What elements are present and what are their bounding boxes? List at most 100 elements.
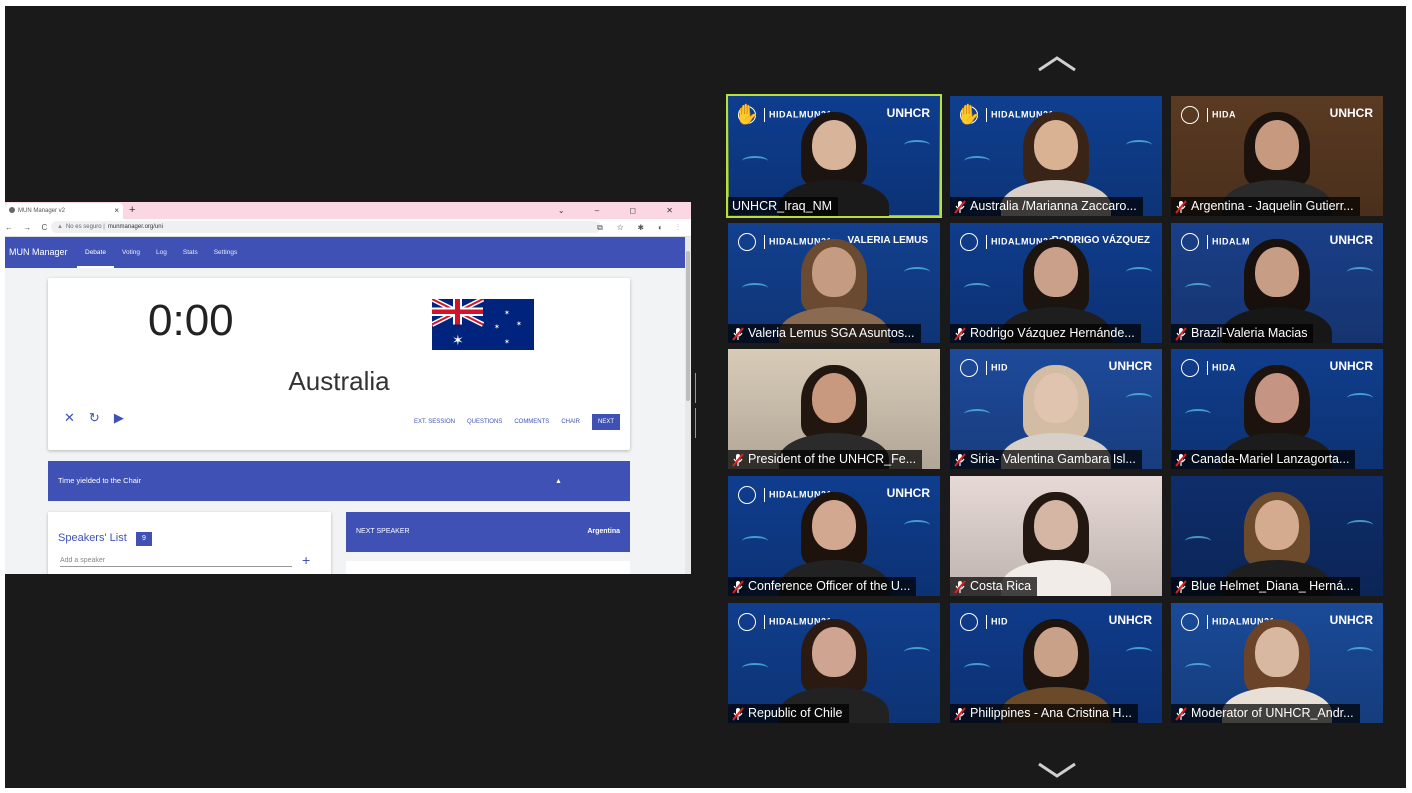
browser-toolbar-icons[interactable]: ⧉ ☆ ✱ ◐ ⋮ <box>597 219 685 236</box>
mic-muted-icon <box>954 453 966 467</box>
mic-muted-icon <box>732 453 744 467</box>
next-speaker-label: NEXT SPEAKER <box>356 528 410 535</box>
un-emblem-icon <box>1181 613 1199 631</box>
add-speaker-button[interactable]: + <box>302 552 310 568</box>
chevron-up-icon[interactable] <box>1035 52 1079 74</box>
nav-stats[interactable]: Stats <box>175 237 206 268</box>
participant-tile[interactable]: HIDALMUN21 RODRIGO VÁZQUEZ Rodrigo Vázquez… <box>950 223 1162 343</box>
tab-title: MUN Manager v2 <box>18 208 66 214</box>
participant-tile[interactable]: HID UNHCR Siria- Valentina Gambara Isl... <box>950 349 1162 469</box>
participant-name-label: Rodrigo Vázquez Hernánde... <box>950 324 1141 343</box>
questions-button[interactable]: QUESTIONS <box>467 419 502 425</box>
decorative-wave <box>742 156 768 166</box>
participant-name: Valeria Lemus SGA Asuntos... <box>748 326 915 340</box>
participant-tile[interactable]: Costa Rica <box>950 476 1162 596</box>
event-banner: HIDA <box>1181 359 1236 379</box>
chevron-down-icon[interactable] <box>1035 760 1079 782</box>
mic-muted-icon <box>1175 707 1187 721</box>
participant-tile[interactable]: HIDA UNHCR Canada-Mariel Lanzagorta... <box>1171 349 1383 469</box>
banner-divider <box>1207 615 1208 629</box>
play-timer-button[interactable]: ▶ <box>114 410 124 426</box>
decorative-wave <box>1185 663 1211 673</box>
decorative-wave <box>904 647 930 657</box>
participant-tile[interactable]: President of the UNHCR_Fe... <box>728 349 940 469</box>
participant-tile[interactable]: HID UNHCR Philippines - Ana Cristina H... <box>950 603 1162 723</box>
nav-settings[interactable]: Settings <box>206 237 246 268</box>
participant-tile[interactable]: HIDALMUN21 UNHCR ✋ UNHCR_Iraq_NM <box>726 94 942 218</box>
mic-muted-icon <box>732 327 744 341</box>
decorative-wave <box>964 409 990 419</box>
participant-tile[interactable]: HIDALMUN21 UNHCR Conference Officer of the… <box>728 476 940 596</box>
speakers-count-badge: 9 <box>136 532 152 546</box>
nav-debate[interactable]: Debate <box>77 237 114 268</box>
next-button[interactable]: NEXT <box>591 414 620 430</box>
un-emblem-icon <box>960 233 978 251</box>
participant-tile[interactable]: HIDALMUN21 VALERIA LEMUS Valeria Lemus SGA… <box>728 223 940 343</box>
banner-divider <box>986 361 987 375</box>
participant-name-label: Valeria Lemus SGA Asuntos... <box>728 324 921 343</box>
browser-tab[interactable]: MUN Manager v2 × <box>5 203 123 219</box>
nav-voting[interactable]: Voting <box>114 237 148 268</box>
mouse-cursor-icon: ▲ <box>555 478 562 485</box>
browser-nav-buttons[interactable]: ← → C <box>5 219 51 236</box>
url-input[interactable]: ▲ No es seguro | munmanager.org/uni <box>51 221 601 233</box>
banner-divider <box>764 108 765 122</box>
participant-face <box>1255 500 1299 550</box>
org-logo-text: UNHCR <box>886 106 930 120</box>
participant-tile[interactable]: HIDALMUN21 UNHCR Moderator of UNHCR_Andr..… <box>1171 603 1383 723</box>
participant-name-label: Brazil-Valeria Macias <box>1171 324 1314 343</box>
svg-text:✶: ✶ <box>452 333 464 349</box>
participant-face <box>1255 247 1299 297</box>
tab-close-button[interactable]: × <box>114 203 119 219</box>
participant-face <box>812 627 856 677</box>
banner-text: HIDA <box>1212 109 1236 120</box>
decorative-wave <box>742 663 768 673</box>
banner-text: HID <box>991 362 1008 373</box>
browser-tab-strip: MUN Manager v2 × + ⌄ – ◻ ✕ <box>5 202 691 219</box>
comments-button[interactable]: COMMENTS <box>514 419 549 425</box>
participant-tile[interactable]: Blue Helmet_Diana_ Herná... <box>1171 476 1383 596</box>
participant-tile[interactable]: HIDALM UNHCR Brazil-Valeria Macias <box>1171 223 1383 343</box>
timer-controls: ✕ ↻ ▶ <box>64 410 124 426</box>
url-text: munmanager.org/uni <box>107 224 163 230</box>
ext-session-button[interactable]: EXT. SESSION <box>414 419 455 425</box>
banner-divider <box>764 488 765 502</box>
participant-name: UNHCR_Iraq_NM <box>732 199 833 213</box>
page-scrollbar[interactable] <box>685 237 691 574</box>
reset-timer-button[interactable]: ↻ <box>89 410 100 426</box>
participant-tile[interactable]: HIDALMUN21 ✋ Australia /Marianna Zaccaro..… <box>950 96 1162 216</box>
nav-log[interactable]: Log <box>148 237 175 268</box>
decorative-wave <box>964 283 990 293</box>
scrollbar-thumb[interactable] <box>686 251 690 401</box>
shared-screen-browser: MUN Manager v2 × + ⌄ – ◻ ✕ ← → C ▲ No es … <box>5 202 691 574</box>
mic-muted-icon <box>732 580 744 594</box>
mic-muted-icon <box>732 707 744 721</box>
window-controls[interactable]: ⌄ – ◻ ✕ <box>558 202 687 219</box>
event-banner: HID <box>960 359 1008 379</box>
app-toolbar: MUN Manager Debate Voting Log Stats Sett… <box>5 237 685 268</box>
participant-name-label: Conference Officer of the U... <box>728 577 917 596</box>
banner-divider <box>986 235 987 249</box>
mic-muted-icon <box>1175 200 1187 214</box>
panel-resize-handle[interactable] <box>695 373 700 438</box>
participant-tile[interactable]: HIDALMUN21 Republic of Chile <box>728 603 940 723</box>
org-logo-text: UNHCR <box>886 486 930 500</box>
participant-name: Rodrigo Vázquez Hernánde... <box>970 326 1135 340</box>
decorative-wave <box>904 140 930 150</box>
participant-name-label: Moderator of UNHCR_Andr... <box>1171 704 1360 723</box>
chair-button[interactable]: CHAIR <box>561 419 580 425</box>
decorative-wave <box>904 267 930 277</box>
new-tab-button[interactable]: + <box>129 202 135 218</box>
participant-name: Costa Rica <box>970 579 1032 593</box>
banner-divider <box>764 235 765 249</box>
speaker-detail-card <box>346 561 630 574</box>
participant-name: Philippines - Ana Cristina H... <box>970 706 1132 720</box>
participant-face <box>1255 120 1299 170</box>
clear-timer-button[interactable]: ✕ <box>64 410 75 426</box>
participant-name-label: Blue Helmet_Diana_ Herná... <box>1171 577 1360 596</box>
banner-divider <box>1207 108 1208 122</box>
add-speaker-input[interactable]: Add a speaker <box>60 556 292 567</box>
banner-divider <box>1207 235 1208 249</box>
participant-tile[interactable]: HIDA UNHCR Argentina - Jaquelin Gutierr... <box>1171 96 1383 216</box>
banner-divider <box>1207 361 1208 375</box>
